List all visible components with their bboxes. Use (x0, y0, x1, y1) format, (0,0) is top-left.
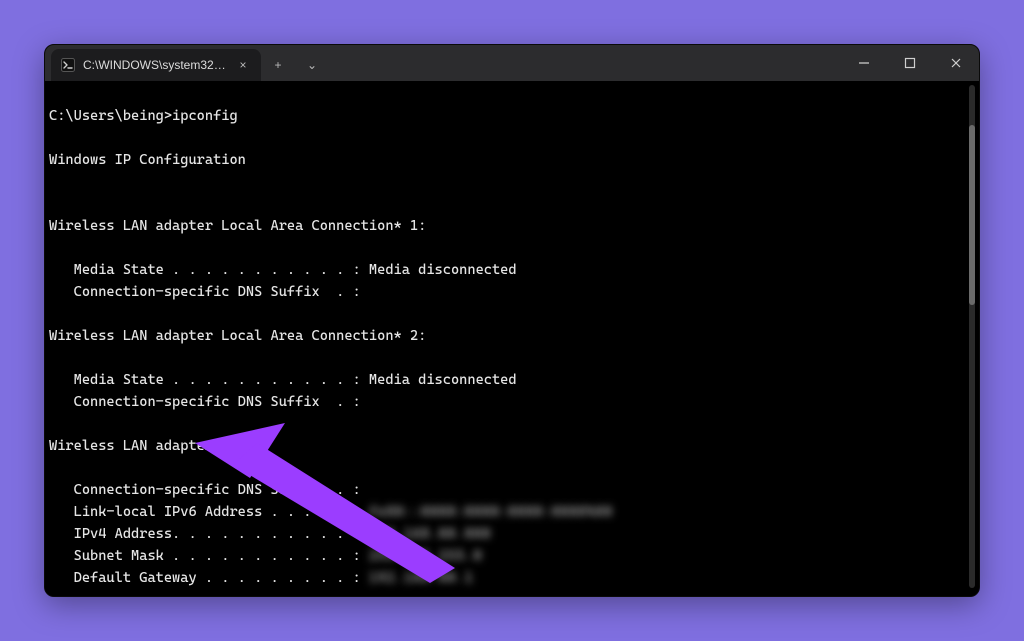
redacted-value: fe80::0000:0000:0000:0000%00 (369, 504, 613, 520)
redacted-value: 192.168.00.1 (369, 570, 473, 586)
new-tab-button[interactable]: + (261, 49, 295, 81)
subnet-line: Subnet Mask . . . . . . . . . . . : 255.… (49, 545, 971, 567)
terminal-body[interactable]: C:\Users\being>ipconfig Windows IP Confi… (45, 81, 975, 596)
blank-line (49, 457, 971, 479)
blank-line (49, 589, 971, 596)
command-text: ipconfig (172, 108, 238, 124)
blank-line (49, 171, 971, 193)
dns-suffix-line: Connection-specific DNS Suffix . : (49, 281, 971, 303)
blank-line (49, 83, 971, 105)
tab-title: C:\WINDOWS\system32\cmd. (83, 58, 227, 72)
dns-suffix-line: Connection-specific DNS Suffix . : (49, 479, 971, 501)
minimize-button[interactable] (841, 45, 887, 81)
gateway-line: Default Gateway . . . . . . . . . : 192.… (49, 567, 971, 589)
titlebar[interactable]: C:\WINDOWS\system32\cmd. × + ⌄ (45, 45, 979, 81)
dns-suffix-line: Connection-specific DNS Suffix . : (49, 391, 971, 413)
scrollbar[interactable] (969, 85, 975, 588)
media-state-line: Media State . . . . . . . . . . . : Medi… (49, 259, 971, 281)
maximize-button[interactable] (887, 45, 933, 81)
tab-cmd[interactable]: C:\WINDOWS\system32\cmd. × (51, 49, 261, 81)
media-state-line: Media State . . . . . . . . . . . : Medi… (49, 369, 971, 391)
adapter-heading: Wireless LAN adapter Local Area Connecti… (49, 325, 971, 347)
redacted-value: 255.255.255.0 (369, 548, 482, 564)
prompt: C:\Users\being> (49, 108, 172, 124)
blank-line (49, 413, 971, 435)
redacted-value: 192.168.00.000 (369, 526, 491, 542)
terminal-output: C:\Users\being>ipconfig Windows IP Confi… (49, 83, 971, 596)
terminal-window: C:\WINDOWS\system32\cmd. × + ⌄ C:\Users\… (44, 44, 980, 597)
cmd-icon (61, 58, 75, 72)
prompt-line: C:\Users\being>ipconfig (49, 105, 971, 127)
blank-line (49, 237, 971, 259)
close-window-button[interactable] (933, 45, 979, 81)
blank-line (49, 303, 971, 325)
adapter-heading: Wireless LAN adapter Wi-Fi: (49, 435, 971, 457)
blank-line (49, 127, 971, 149)
adapter-heading: Wireless LAN adapter Local Area Connecti… (49, 215, 971, 237)
scrollbar-thumb[interactable] (969, 125, 975, 305)
ipv6-line: Link-local IPv6 Address . . . . . : fe80… (49, 501, 971, 523)
blank-line (49, 347, 971, 369)
tab-dropdown-button[interactable]: ⌄ (295, 49, 329, 81)
window-controls (841, 45, 979, 81)
ipv4-line: IPv4 Address. . . . . . . . . . . : 192.… (49, 523, 971, 545)
ipconfig-heading: Windows IP Configuration (49, 149, 971, 171)
tab-close-button[interactable]: × (235, 57, 251, 73)
blank-line (49, 193, 971, 215)
